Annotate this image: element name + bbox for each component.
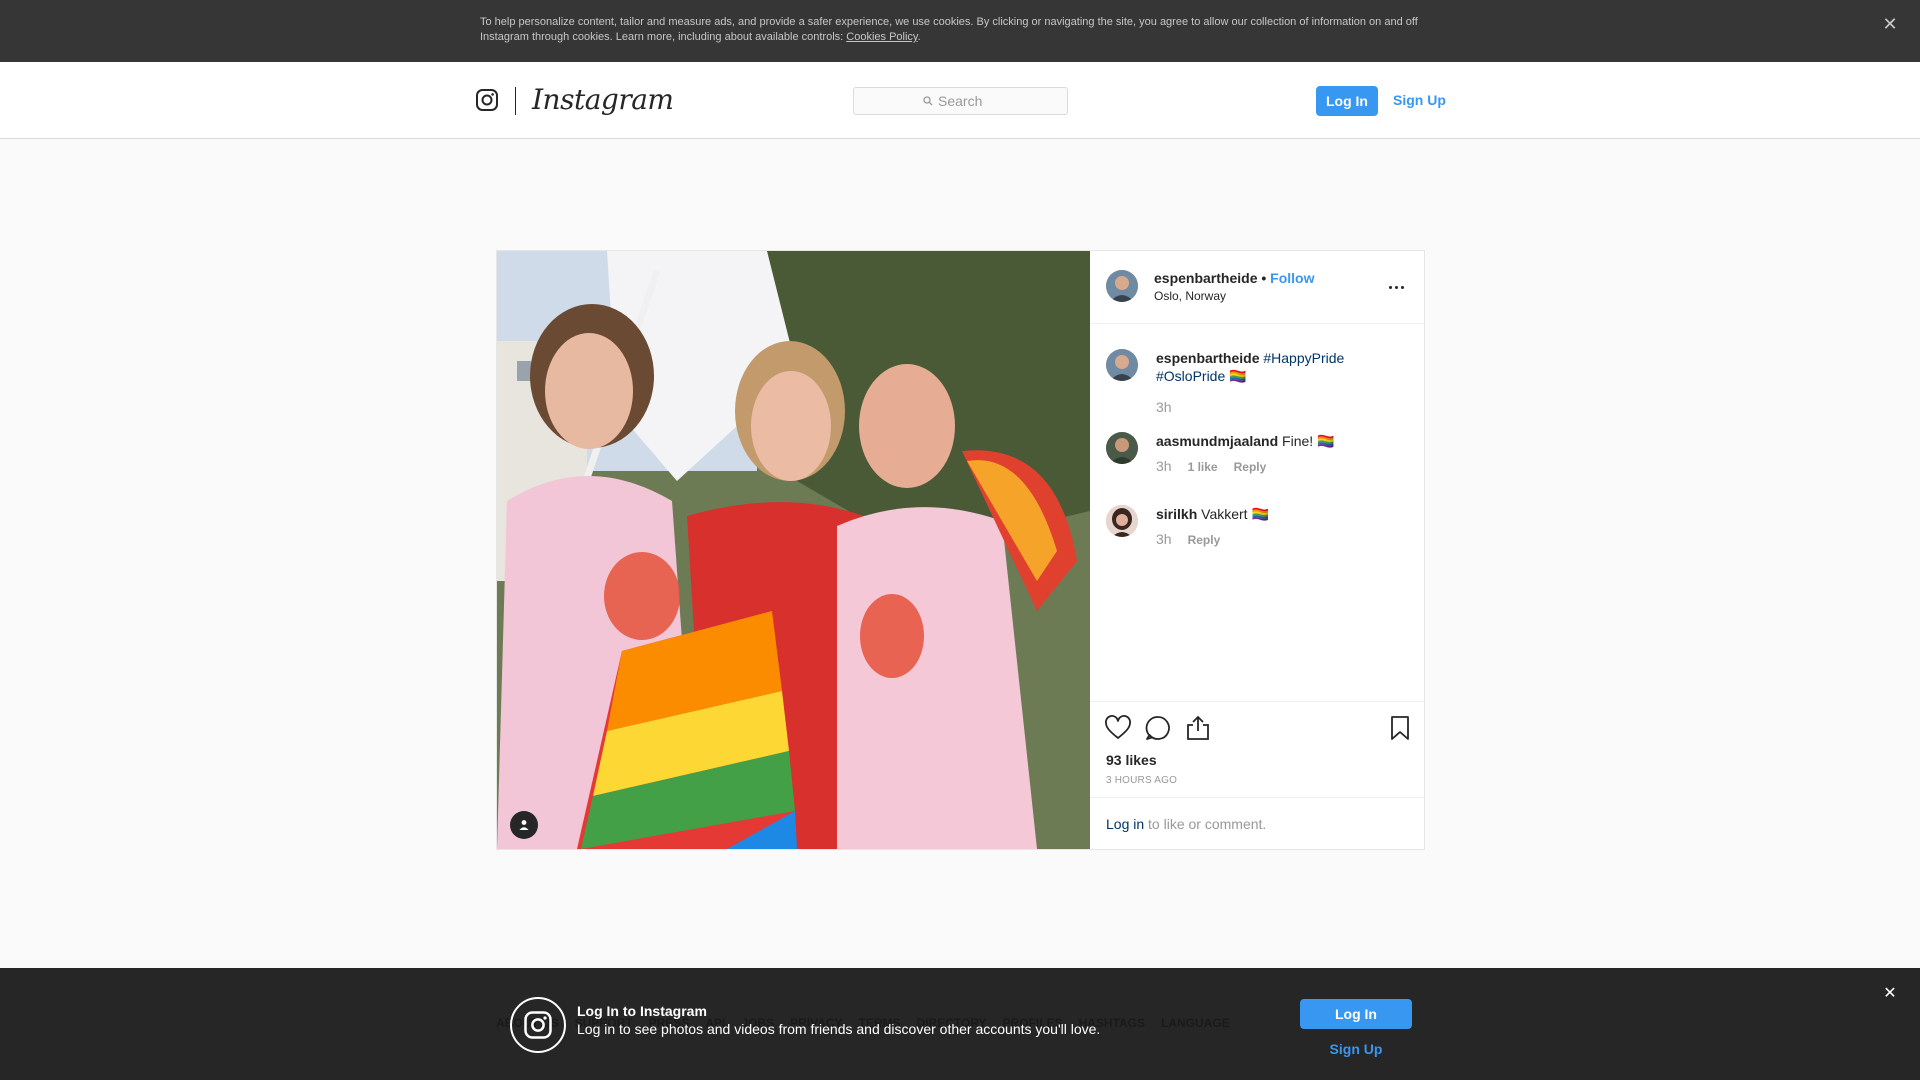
login-to-comment-text: Log in to like or comment. <box>1106 816 1267 832</box>
comment-time[interactable]: 3h <box>1156 531 1172 547</box>
reply-button[interactable]: Reply <box>1188 533 1221 547</box>
top-nav: Instagram Log In Sign Up <box>0 62 1920 139</box>
post-actions: 93 likes 3 HOURS AGO <box>1090 701 1424 797</box>
instagram-logo-icon[interactable] <box>475 88 499 112</box>
hashtag-link[interactable]: #OsloPride <box>1156 368 1225 384</box>
separator-dot: • <box>1257 270 1271 286</box>
login-button[interactable]: Log In <box>1316 86 1378 116</box>
logo-divider <box>515 87 516 115</box>
comment-likes[interactable]: 1 like <box>1188 460 1218 474</box>
author-avatar[interactable] <box>1106 349 1138 381</box>
search-icon <box>923 96 933 106</box>
comment-username[interactable]: aasmundmjaaland <box>1156 433 1278 449</box>
comment-time[interactable]: 3h <box>1156 399 1172 415</box>
instagram-logo-icon <box>510 997 566 1053</box>
caption-emoji: 🏳️‍🌈 <box>1225 368 1247 384</box>
post-photo[interactable] <box>497 251 1090 849</box>
comment-meta: 3h 1 like Reply <box>1156 458 1266 474</box>
more-options-icon[interactable] <box>1384 277 1408 297</box>
comment-meta: 3h Reply <box>1156 531 1220 547</box>
comment-time[interactable]: 3h <box>1156 458 1172 474</box>
search-box[interactable] <box>853 87 1068 115</box>
comment-item: sirilkh Vakkert 🏳️‍🌈 3h Reply <box>1106 505 1406 565</box>
hashtag-link[interactable]: #HappyPride <box>1263 350 1344 366</box>
author-avatar[interactable] <box>1106 270 1138 302</box>
follow-button[interactable]: Follow <box>1270 270 1314 286</box>
comment-text: sirilkh Vakkert 🏳️‍🌈 <box>1156 506 1269 522</box>
author-username[interactable]: espenbartheide <box>1154 270 1257 286</box>
cookie-text: To help personalize content, tailor and … <box>480 16 1418 43</box>
post-author-line: espenbartheide • Follow <box>1154 270 1315 286</box>
login-prompt-subtitle: Log in to see photos and videos from fri… <box>577 1021 1101 1037</box>
post-photo-illustration <box>497 251 1090 849</box>
login-prompt-bar: ABOUT US SUPPORT PRESS API JOBS PRIVACY … <box>0 968 1920 1080</box>
comment-item: aasmundmjaaland Fine! 🏳️‍🌈 3h 1 like Rep… <box>1106 432 1406 492</box>
instagram-wordmark[interactable]: Instagram <box>532 82 674 118</box>
post-location[interactable]: Oslo, Norway <box>1154 289 1226 303</box>
prompt-signup-link[interactable]: Sign Up <box>1300 1041 1412 1057</box>
caption-text: espenbartheide #HappyPride #OsloPride 🏳️… <box>1156 349 1406 385</box>
close-icon[interactable]: ✕ <box>1880 984 1900 1004</box>
cookies-policy-link[interactable]: Cookies Policy <box>846 31 917 43</box>
footer-link[interactable]: LANGUAGE <box>1161 1016 1230 1030</box>
commenter-avatar[interactable] <box>1106 505 1138 537</box>
search-input[interactable] <box>938 93 998 109</box>
comment-meta: 3h <box>1156 399 1172 415</box>
cookie-banner: To help personalize content, tailor and … <box>0 0 1920 62</box>
login-to-comment: Log in to like or comment. <box>1090 797 1424 849</box>
login-link[interactable]: Log in <box>1106 816 1144 832</box>
likes-count[interactable]: 93 likes <box>1106 752 1157 768</box>
comment-text: aasmundmjaaland Fine! 🏳️‍🌈 <box>1156 433 1335 449</box>
login-prompt-title: Log In to Instagram <box>577 1003 707 1019</box>
bookmark-icon[interactable] <box>1386 714 1414 742</box>
comment-icon[interactable] <box>1144 714 1172 742</box>
post-header: espenbartheide • Follow Oslo, Norway <box>1090 251 1424 324</box>
reply-button[interactable]: Reply <box>1234 460 1267 474</box>
heart-icon[interactable] <box>1104 714 1132 742</box>
signup-link[interactable]: Sign Up <box>1393 90 1446 110</box>
comment-username[interactable]: espenbartheide <box>1156 350 1259 366</box>
share-icon[interactable] <box>1184 714 1212 742</box>
comment-username[interactable]: sirilkh <box>1156 506 1197 522</box>
commenter-avatar[interactable] <box>1106 432 1138 464</box>
caption-comment: espenbartheide #HappyPride #OsloPride 🏳️… <box>1106 349 1406 419</box>
post-card: espenbartheide • Follow Oslo, Norway esp… <box>496 250 1425 850</box>
post-sidebar: espenbartheide • Follow Oslo, Norway esp… <box>1090 251 1424 849</box>
post-timestamp[interactable]: 3 HOURS AGO <box>1106 775 1177 786</box>
prompt-login-button[interactable]: Log In <box>1300 999 1412 1029</box>
tagged-user-icon[interactable] <box>510 811 538 839</box>
close-icon[interactable]: ✕ <box>1880 14 1900 34</box>
comments-list: espenbartheide #HappyPride #OsloPride 🏳️… <box>1090 325 1424 701</box>
